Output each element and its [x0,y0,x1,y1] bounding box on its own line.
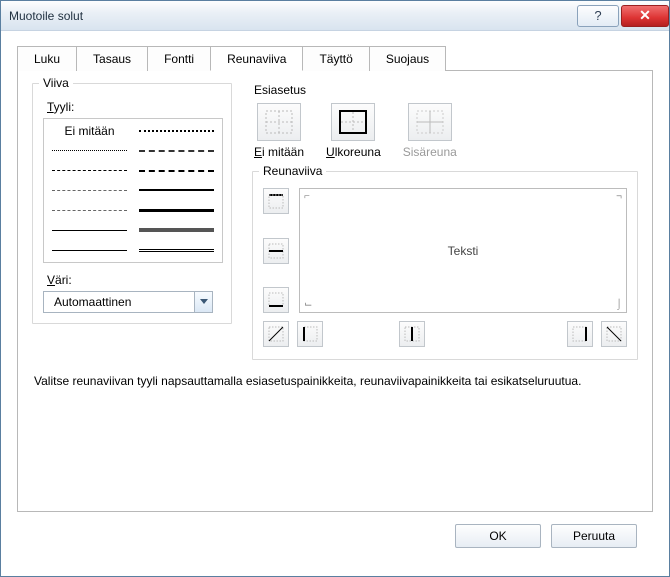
dialog-footer: OK Peruuta [17,512,653,560]
preset-outline[interactable]: Ulkoreuna [326,103,381,159]
button-label: Peruuta [573,529,615,543]
border-group-title: Reunaviiva [259,164,326,178]
style-swatch[interactable] [133,161,220,181]
preset-none-icon [257,103,301,141]
corner-tick-icon: ⌙ [304,299,312,310]
border-diag-up-button[interactable] [263,321,289,347]
style-swatch[interactable] [133,121,220,141]
corner-tick-icon: ¬ [616,191,622,202]
tab-label: Suojaus [386,52,429,66]
border-top-icon [268,193,284,209]
cancel-button[interactable]: Peruuta [551,524,637,548]
style-swatch[interactable] [46,161,133,181]
presets-group: Esiasetus Ei mitään [252,83,638,161]
side-buttons [263,188,293,313]
diag-down-icon [606,326,622,342]
bottom-buttons [263,319,627,349]
preset-outline-icon [331,103,375,141]
preset-row: Ei mitään Ulkoreuna [254,103,638,159]
color-label: Väri: [47,273,221,287]
style-none[interactable]: Ei mitään [46,121,133,141]
hint-text: Valitse reunaviivan tyyli napsauttamalla… [34,374,636,388]
tab-alignment[interactable]: Tasaus [76,46,148,71]
tab-strip: Luku Tasaus Fontti Reunaviiva Täyttö Suo… [17,45,653,71]
upper-row: Viiva Tyyli: Ei mitään [32,83,638,360]
preset-label: Ulkoreuna [326,145,381,159]
style-swatch[interactable] [46,141,133,161]
style-swatch[interactable] [133,181,220,201]
border-middle-v-button[interactable] [399,321,425,347]
border-right-button[interactable] [567,321,593,347]
title-bar: Muotoile solut ? ✕ [1,1,669,31]
tab-font[interactable]: Fontti [147,46,211,71]
window-title: Muotoile solut [9,9,577,23]
dialog-window: Muotoile solut ? ✕ Luku Tasaus Fontti Re… [0,0,670,577]
style-swatch[interactable] [133,240,220,260]
color-combo[interactable]: Automaattinen [43,291,213,313]
border-grid: ⌐ ¬ ⌙ ⌡ Teksti [263,188,627,349]
close-button[interactable]: ✕ [621,5,669,27]
diag-up-icon [268,326,284,342]
close-icon: ✕ [639,7,651,24]
border-diag-down-button[interactable] [601,321,627,347]
corner-tick-icon: ⌡ [616,299,622,310]
border-middle-h-button[interactable] [263,238,289,264]
border-preview[interactable]: ⌐ ¬ ⌙ ⌡ Teksti [299,188,627,313]
border-left-button[interactable] [297,321,323,347]
style-swatch[interactable] [133,220,220,240]
tab-content: Viiva Tyyli: Ei mitään [17,71,653,512]
style-swatch[interactable] [133,141,220,161]
preset-inside-icon [408,103,452,141]
border-left-icon [302,326,318,342]
corner-tick-icon: ⌐ [304,191,310,202]
tab-label: Fontti [164,52,194,66]
border-bottom-icon [268,292,284,308]
preset-label: Sisäreuna [403,145,457,159]
button-label: OK [489,529,506,543]
dialog-body: Luku Tasaus Fontti Reunaviiva Täyttö Suo… [1,31,669,576]
preset-label: Ei mitään [254,145,304,159]
tab-label: Tasaus [93,52,131,66]
tab-border[interactable]: Reunaviiva [210,46,303,71]
tab-label: Täyttö [319,52,352,66]
border-group: Reunaviiva [252,171,638,360]
style-swatch[interactable] [46,240,133,260]
tab-label: Reunaviiva [227,52,286,66]
style-swatch[interactable] [46,200,133,220]
tab-number[interactable]: Luku [17,46,77,71]
style-label: Tyyli: [47,100,221,114]
line-group-title: Viiva [39,76,73,90]
tab-fill[interactable]: Täyttö [302,46,369,71]
border-mid-v-icon [404,326,420,342]
presets-title: Esiasetus [252,83,638,97]
style-swatch[interactable] [133,200,220,220]
line-style-grid[interactable]: Ei mitään [43,118,223,263]
tab-protection[interactable]: Suojaus [369,46,446,71]
color-value: Automaattinen [44,295,194,309]
style-swatch[interactable] [46,181,133,201]
help-button[interactable]: ? [577,5,619,27]
ok-button[interactable]: OK [455,524,541,548]
border-bottom-button[interactable] [263,287,289,313]
style-swatch[interactable] [46,220,133,240]
border-mid-h-icon [268,243,284,259]
tab-label: Luku [34,52,60,66]
preset-none[interactable]: Ei mitään [254,103,304,159]
preset-inside[interactable]: Sisäreuna [403,103,457,159]
line-group: Viiva Tyyli: Ei mitään [32,83,232,324]
border-top-button[interactable] [263,188,289,214]
right-column: Esiasetus Ei mitään [252,83,638,360]
border-right-icon [572,326,588,342]
dropdown-icon [194,292,212,312]
preview-text: Teksti [448,244,479,258]
